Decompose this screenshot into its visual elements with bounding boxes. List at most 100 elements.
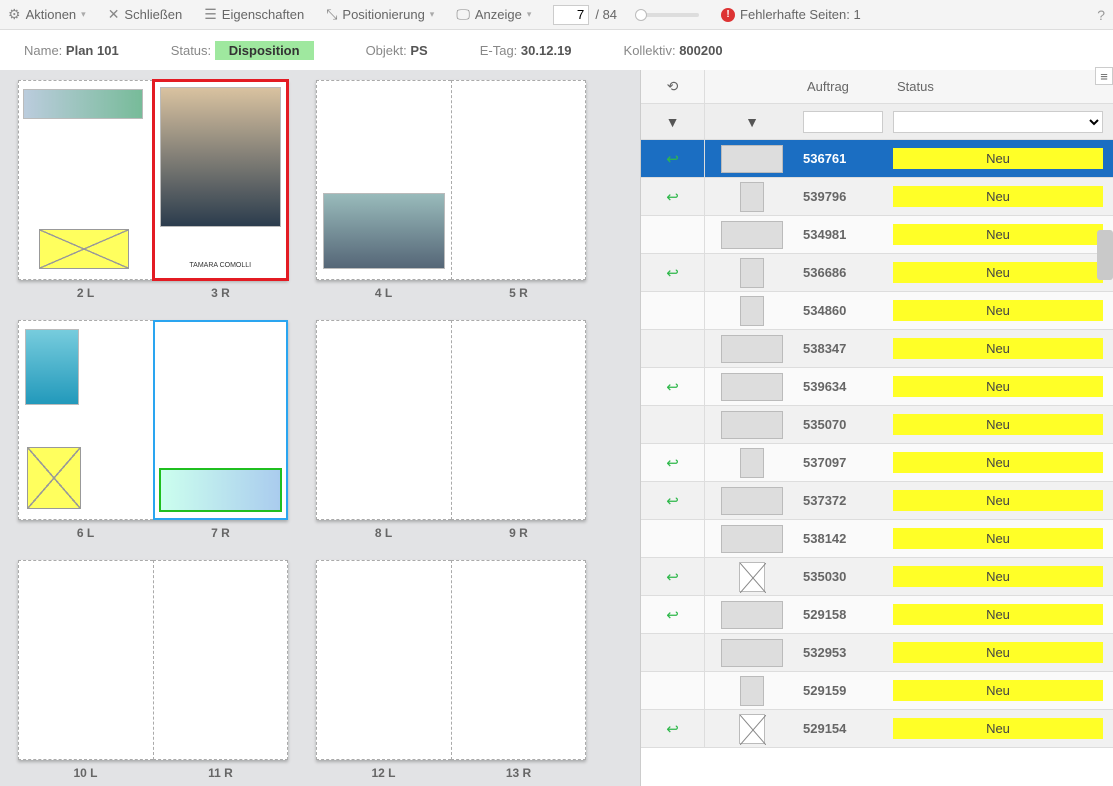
preview-thumb [739, 714, 765, 744]
preview-thumb [739, 562, 765, 592]
page-2L[interactable] [18, 80, 153, 280]
grid-row[interactable]: ↩539634Neu [641, 368, 1113, 406]
grid-row[interactable]: ↩529154Neu [641, 710, 1113, 748]
filter-icon[interactable]: ▼ [666, 114, 680, 130]
page-label: 9 R [451, 526, 586, 540]
page-12L[interactable] [316, 560, 451, 760]
expand-icon: ⤡ [326, 6, 337, 23]
auftrag-cell: 536761 [799, 151, 893, 166]
scrollbar-thumb[interactable] [1097, 230, 1113, 280]
gears-icon: ⚙ [8, 6, 21, 23]
page-13R[interactable] [451, 560, 587, 760]
page-4L[interactable] [316, 80, 451, 280]
positionierung-label: Positionierung [342, 7, 424, 22]
ad-thumb [160, 469, 282, 511]
grid-row[interactable]: 529159Neu [641, 672, 1113, 710]
auftrag-cell: 532953 [799, 645, 893, 660]
grid-body: ↩536761Neu↩539796Neu534981Neu↩536686Neu5… [641, 140, 1113, 748]
placeholder-icon [39, 229, 129, 269]
page-9R[interactable] [451, 320, 587, 520]
page-8L[interactable] [316, 320, 451, 520]
reply-icon: ↩ [666, 188, 679, 206]
spread-8-9[interactable]: 8 L9 R [316, 320, 586, 540]
status-filter-select[interactable] [893, 111, 1103, 133]
status-cell: Neu [893, 452, 1103, 473]
page-label: 7 R [153, 526, 288, 540]
grid-row[interactable]: ↩537097Neu [641, 444, 1113, 482]
name-value: Plan 101 [66, 43, 119, 58]
anzeige-menu[interactable]: 🖵Anzeige▾ [456, 6, 531, 23]
status-header[interactable]: Status [893, 79, 934, 94]
page-5R[interactable] [451, 80, 587, 280]
status-cell: Neu [893, 718, 1103, 739]
order-panel: ⟲ Auftrag Status ▼ ▼ ↩536761Neu↩539796Ne… [640, 70, 1113, 786]
spread-4-5[interactable]: 4 L5 R [316, 80, 586, 300]
grid-row[interactable]: 535070Neu [641, 406, 1113, 444]
auftrag-filter-input[interactable] [803, 111, 883, 133]
grid-row[interactable]: ↩535030Neu [641, 558, 1113, 596]
status-cell: Neu [893, 224, 1103, 245]
page-3R[interactable]: TAMARA COMOLLI [153, 80, 289, 280]
thumbnails-panel: TAMARA COMOLLI 2 L3 R 4 L5 R [0, 70, 640, 786]
objekt-label: Objekt: [366, 43, 407, 58]
page-11R[interactable] [153, 560, 289, 760]
preview-thumb [721, 373, 783, 401]
status-cell: Neu [893, 680, 1103, 701]
page-label: 8 L [316, 526, 451, 540]
grid-row[interactable]: 534981Neu [641, 216, 1113, 254]
auftrag-cell: 538347 [799, 341, 893, 356]
grid-row[interactable]: 534860Neu [641, 292, 1113, 330]
spread-6-7[interactable]: 6 L7 R [18, 320, 288, 540]
positionierung-menu[interactable]: ⤡ Positionierung ▾ [326, 6, 434, 23]
error-indicator[interactable]: !Fehlerhafte Seiten: 1 [721, 7, 861, 22]
etag-value: 30.12.19 [521, 43, 572, 58]
auftrag-cell: 537097 [799, 455, 893, 470]
reply-icon: ↩ [666, 606, 679, 624]
page-10L[interactable] [18, 560, 153, 760]
grid-row[interactable]: 538142Neu [641, 520, 1113, 558]
preview-thumb [740, 676, 764, 706]
page-input[interactable] [553, 5, 589, 25]
refresh-icon[interactable]: ⟲ [667, 78, 679, 95]
status-cell: Neu [893, 148, 1103, 169]
eigenschaften-button[interactable]: ☰Eigenschaften [204, 6, 304, 23]
page-7R[interactable] [153, 320, 289, 520]
preview-thumb [721, 525, 783, 553]
aktionen-menu[interactable]: ⚙Aktionen▾ [8, 6, 86, 23]
slider-knob[interactable] [635, 9, 647, 21]
page-label: 6 L [18, 526, 153, 540]
grid-row[interactable]: ↩529158Neu [641, 596, 1113, 634]
anzeige-label: Anzeige [475, 7, 522, 22]
filter-icon[interactable]: ▼ [745, 114, 759, 130]
grid-row[interactable]: ↩539796Neu [641, 178, 1113, 216]
grid-row[interactable]: ↩536761Neu [641, 140, 1113, 178]
auftrag-cell: 529159 [799, 683, 893, 698]
page-6L[interactable] [18, 320, 153, 520]
help-button[interactable]: ? [1097, 7, 1105, 23]
spread-10-11[interactable]: 10 L11 R [18, 560, 288, 780]
grid-row[interactable]: 538347Neu [641, 330, 1113, 368]
ad-thumb [323, 193, 445, 269]
grid-row[interactable]: ↩537372Neu [641, 482, 1113, 520]
zoom-slider[interactable] [639, 13, 699, 17]
close-button[interactable]: ✕Schließen [108, 6, 183, 23]
grid-row[interactable]: ↩536686Neu [641, 254, 1113, 292]
close-label: Schließen [124, 7, 182, 22]
status-cell: Neu [893, 528, 1103, 549]
preview-thumb [740, 296, 764, 326]
page-label: 13 R [451, 766, 586, 780]
page-label: 4 L [316, 286, 451, 300]
chevron-down-icon: ▾ [430, 9, 435, 20]
spread-2-3[interactable]: TAMARA COMOLLI 2 L3 R [18, 80, 288, 300]
page-total: / 84 [595, 7, 617, 22]
preview-thumb [740, 182, 764, 212]
ad-thumb [25, 329, 79, 405]
error-label: Fehlerhafte Seiten: 1 [740, 7, 861, 22]
auftrag-header[interactable]: Auftrag [803, 79, 849, 94]
panel-menu-icon[interactable]: ≡ [1095, 67, 1113, 85]
ad-thumb [160, 87, 282, 227]
page-label: 3 R [153, 286, 288, 300]
infobar: Name: Plan 101 Status: Disposition Objek… [0, 30, 1113, 70]
spread-12-13[interactable]: 12 L13 R [316, 560, 586, 780]
grid-row[interactable]: 532953Neu [641, 634, 1113, 672]
